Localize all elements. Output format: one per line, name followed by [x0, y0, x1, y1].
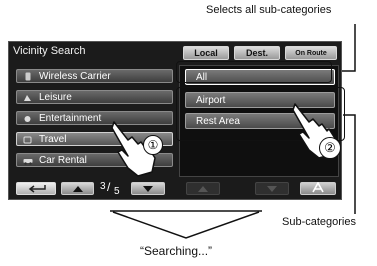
category-label: Entertainment — [39, 112, 102, 124]
tab-local[interactable]: Local — [183, 46, 229, 60]
page-down-button[interactable] — [131, 182, 165, 195]
page-up-button[interactable] — [61, 182, 94, 195]
letter-a-icon — [312, 180, 324, 198]
back-button[interactable] — [16, 182, 56, 195]
down-triangle-icon — [142, 180, 154, 198]
screen-title: Vicinity Search — [13, 45, 86, 57]
category-leisure[interactable]: Leisure — [16, 90, 173, 104]
category-label: Car Rental — [39, 154, 87, 166]
category-label: Leisure — [39, 91, 72, 103]
up-triangle-icon — [197, 180, 209, 198]
sub-categories-note: Sub-categories — [282, 216, 356, 228]
leisure-icon — [22, 93, 33, 102]
sub-page-down-button[interactable] — [255, 182, 289, 195]
car-icon — [22, 156, 33, 165]
back-arrow-icon — [25, 180, 47, 198]
up-triangle-icon — [72, 180, 84, 198]
page-total: 5 — [114, 186, 120, 197]
phone-icon — [22, 72, 33, 81]
screen-header: Vicinity Search Local Dest. On Route — [9, 42, 341, 63]
page-indicator: 3 / 5 — [99, 180, 127, 197]
tab-on-route[interactable]: On Route — [285, 46, 337, 60]
page-separator: / — [107, 180, 111, 194]
category-label: Wireless Carrier — [39, 70, 111, 82]
searching-note: “Searching...” — [140, 244, 213, 258]
alphabet-search-button[interactable] — [300, 180, 336, 198]
down-triangle-icon — [266, 180, 278, 198]
travel-icon — [22, 135, 33, 144]
sub-page-up-button[interactable] — [186, 182, 220, 195]
step-1-badge: ① — [143, 135, 163, 155]
all-button-outline — [176, 61, 332, 83]
entertainment-icon — [22, 114, 33, 123]
category-label: Travel — [39, 133, 67, 145]
tab-dest[interactable]: Dest. — [234, 46, 280, 60]
page-current: 3 — [100, 181, 106, 192]
category-wireless-carrier[interactable]: Wireless Carrier — [16, 69, 173, 83]
step-2-badge: ② — [319, 137, 341, 159]
